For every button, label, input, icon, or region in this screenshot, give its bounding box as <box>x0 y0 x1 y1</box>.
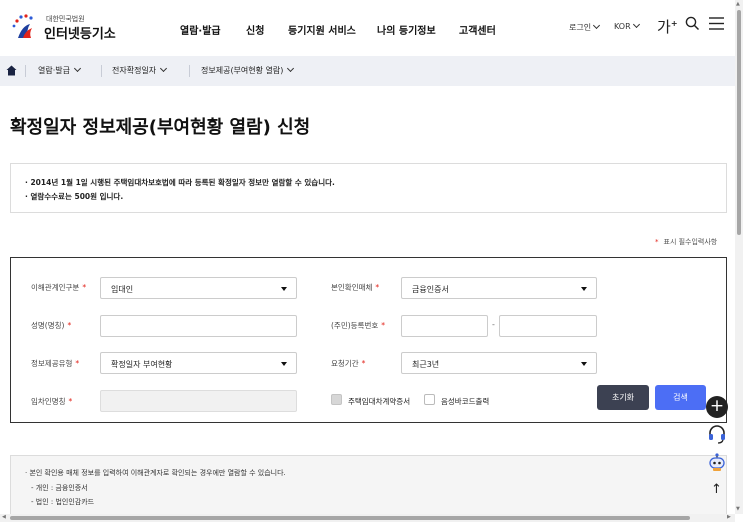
required-note-text: 표시 필수입력사항 <box>663 238 718 246</box>
info-line: - 개인 : 금융인증서 <box>31 484 88 492</box>
chevron-down-icon <box>593 21 601 30</box>
login-menu[interactable]: 로그인 <box>569 21 601 33</box>
scroll-down-arrow-icon[interactable]: ▼ <box>736 506 740 512</box>
period-value: 최근3년 <box>412 360 440 369</box>
info-box: · 본인 확인용 매체 정보를 입력하여 이해관계자로 확인되는 경우에만 열람… <box>10 455 727 515</box>
required-star: * <box>381 321 386 330</box>
label-text: 이해관계인구분 <box>31 283 80 292</box>
required-star: * <box>68 397 73 406</box>
regno-label: (주민)등록번호 * <box>331 320 385 331</box>
home-icon[interactable] <box>6 65 17 76</box>
search-button[interactable]: 검색 <box>655 385 706 410</box>
notice-line: · 2014년 1월 1일 시행된 주택임대차보호법에 따라 등록된 확정일자 … <box>25 178 335 187</box>
breadcrumb: 열람·발급 전자확정일자 정보제공(부여현황 열람) <box>0 56 735 86</box>
scroll-left-arrow-icon[interactable]: ◀ <box>2 514 6 520</box>
chevron-down-icon <box>73 64 82 73</box>
label-text: 임차인명칭 <box>31 397 66 406</box>
horizontal-scrollbar-thumb[interactable] <box>10 516 690 520</box>
breadcrumb-item-info-provision[interactable]: 정보제공(부여현황 열람) <box>201 64 295 76</box>
search-icon[interactable] <box>685 16 700 31</box>
period-label: 요청기간 * <box>331 358 365 369</box>
language-menu[interactable]: KOR <box>614 20 640 31</box>
regno-dash: - <box>492 320 495 329</box>
font-size-plus: + <box>670 19 678 28</box>
tenant-input <box>100 390 297 412</box>
breadcrumb-item-issue[interactable]: 열람·발급 <box>38 64 82 76</box>
chatbot-icon[interactable] <box>707 452 727 472</box>
arrow-up-icon[interactable]: ↑ <box>711 482 722 497</box>
label-text: 본인확인매체 <box>331 283 373 292</box>
required-star: * <box>361 359 366 368</box>
chevron-down-icon <box>632 20 640 29</box>
menu-icon[interactable] <box>709 17 724 30</box>
breadcrumb-divider <box>189 65 190 77</box>
court-emblem-icon <box>12 14 33 38</box>
breadcrumb-label: 전자확정일자 <box>112 66 157 75</box>
gnb-item-issue[interactable]: 열람·발급 <box>180 22 221 37</box>
relation-value: 임대인 <box>111 285 134 294</box>
lease-contract-checkbox[interactable] <box>331 394 342 405</box>
regno-front-input[interactable] <box>401 315 488 337</box>
notice-box: · 2014년 1월 1일 시행된 주택임대차보호법에 따라 등록된 확정일자 … <box>10 163 727 213</box>
breadcrumb-item-e-fixed-date[interactable]: 전자확정일자 <box>112 64 168 76</box>
headset-icon[interactable] <box>707 424 727 444</box>
breadcrumb-label: 정보제공(부여현황 열람) <box>201 66 284 75</box>
caret-down-icon <box>581 287 587 291</box>
auth-value: 금융인증서 <box>412 285 449 294</box>
quick-menu-plus-button[interactable]: + <box>706 396 728 418</box>
gnb-item-customer-center[interactable]: 고객센터 <box>459 22 496 37</box>
chevron-down-icon <box>287 64 295 73</box>
gnb-item-my-info[interactable]: 나의 등기정보 <box>377 22 436 37</box>
required-star: * <box>75 359 80 368</box>
login-label: 로그인 <box>569 23 592 32</box>
info-type-value: 확정일자 부여현황 <box>111 360 173 369</box>
lease-contract-label: 주택임대차계약증서 <box>348 397 411 406</box>
info-type-select[interactable]: 확정일자 부여현황 <box>100 352 297 374</box>
gnb-item-support[interactable]: 등기지원 서비스 <box>288 22 356 37</box>
period-select[interactable]: 최근3년 <box>401 352 597 374</box>
required-star: * <box>655 238 659 246</box>
gnb-item-apply[interactable]: 신청 <box>246 22 264 37</box>
font-size-label: 가 <box>657 18 671 36</box>
label-text: 요청기간 <box>331 359 359 368</box>
vertical-scrollbar-thumb[interactable] <box>737 10 741 235</box>
caret-down-icon <box>281 362 287 366</box>
breadcrumb-divider <box>25 65 26 77</box>
page-title: 확정일자 정보제공(부여현황 열람) 신청 <box>10 117 311 138</box>
reset-button[interactable]: 초기화 <box>597 385 649 410</box>
scroll-up-arrow-icon[interactable]: ▲ <box>736 1 740 7</box>
voice-barcode-label: 음성바코드출력 <box>441 397 490 406</box>
font-size-button[interactable]: 가+ <box>657 16 678 37</box>
relation-label: 이해관계인구분 * <box>31 282 86 293</box>
required-star: * <box>82 283 87 292</box>
relation-select[interactable]: 임대인 <box>100 277 297 299</box>
info-type-label: 정보제공유형 * <box>31 358 79 369</box>
label-text: (주민)등록번호 <box>331 321 379 330</box>
auth-select[interactable]: 금융인증서 <box>401 277 597 299</box>
required-star: * <box>67 321 72 330</box>
site-logo[interactable]: 대한민국법원 인터넷등기소 <box>8 10 128 44</box>
breadcrumb-divider <box>101 65 102 77</box>
info-line: · 본인 확인용 매체 정보를 입력하여 이해관계자로 확인되는 경우에만 열람… <box>25 469 286 477</box>
voice-barcode-checkbox[interactable] <box>424 394 435 405</box>
label-text: 성명(명칭) <box>31 321 65 330</box>
logo-title: 인터넷등기소 <box>44 27 116 42</box>
breadcrumb-label: 열람·발급 <box>38 66 70 75</box>
regno-back-input[interactable] <box>499 315 597 337</box>
name-label: 성명(명칭) * <box>31 320 71 331</box>
caret-down-icon <box>281 287 287 291</box>
name-input[interactable] <box>100 315 297 337</box>
label-text: 정보제공유형 <box>31 359 73 368</box>
language-label: KOR <box>614 22 631 31</box>
required-note: * 표시 필수입력사항 <box>655 237 717 247</box>
required-star: * <box>375 283 380 292</box>
site-header: 대한민국법원 인터넷등기소 열람·발급 신청 등기지원 서비스 나의 등기정보 … <box>0 0 735 56</box>
scroll-right-arrow-icon[interactable]: ▶ <box>727 514 731 520</box>
notice-line: · 열람수수료는 500원 입니다. <box>25 192 124 201</box>
auth-label: 본인확인매체 * <box>331 282 379 293</box>
caret-down-icon <box>581 362 587 366</box>
tenant-label: 임차인명칭 * <box>31 396 72 407</box>
info-line: - 법인 : 법인인감카드 <box>31 498 95 506</box>
chevron-down-icon <box>160 64 168 73</box>
